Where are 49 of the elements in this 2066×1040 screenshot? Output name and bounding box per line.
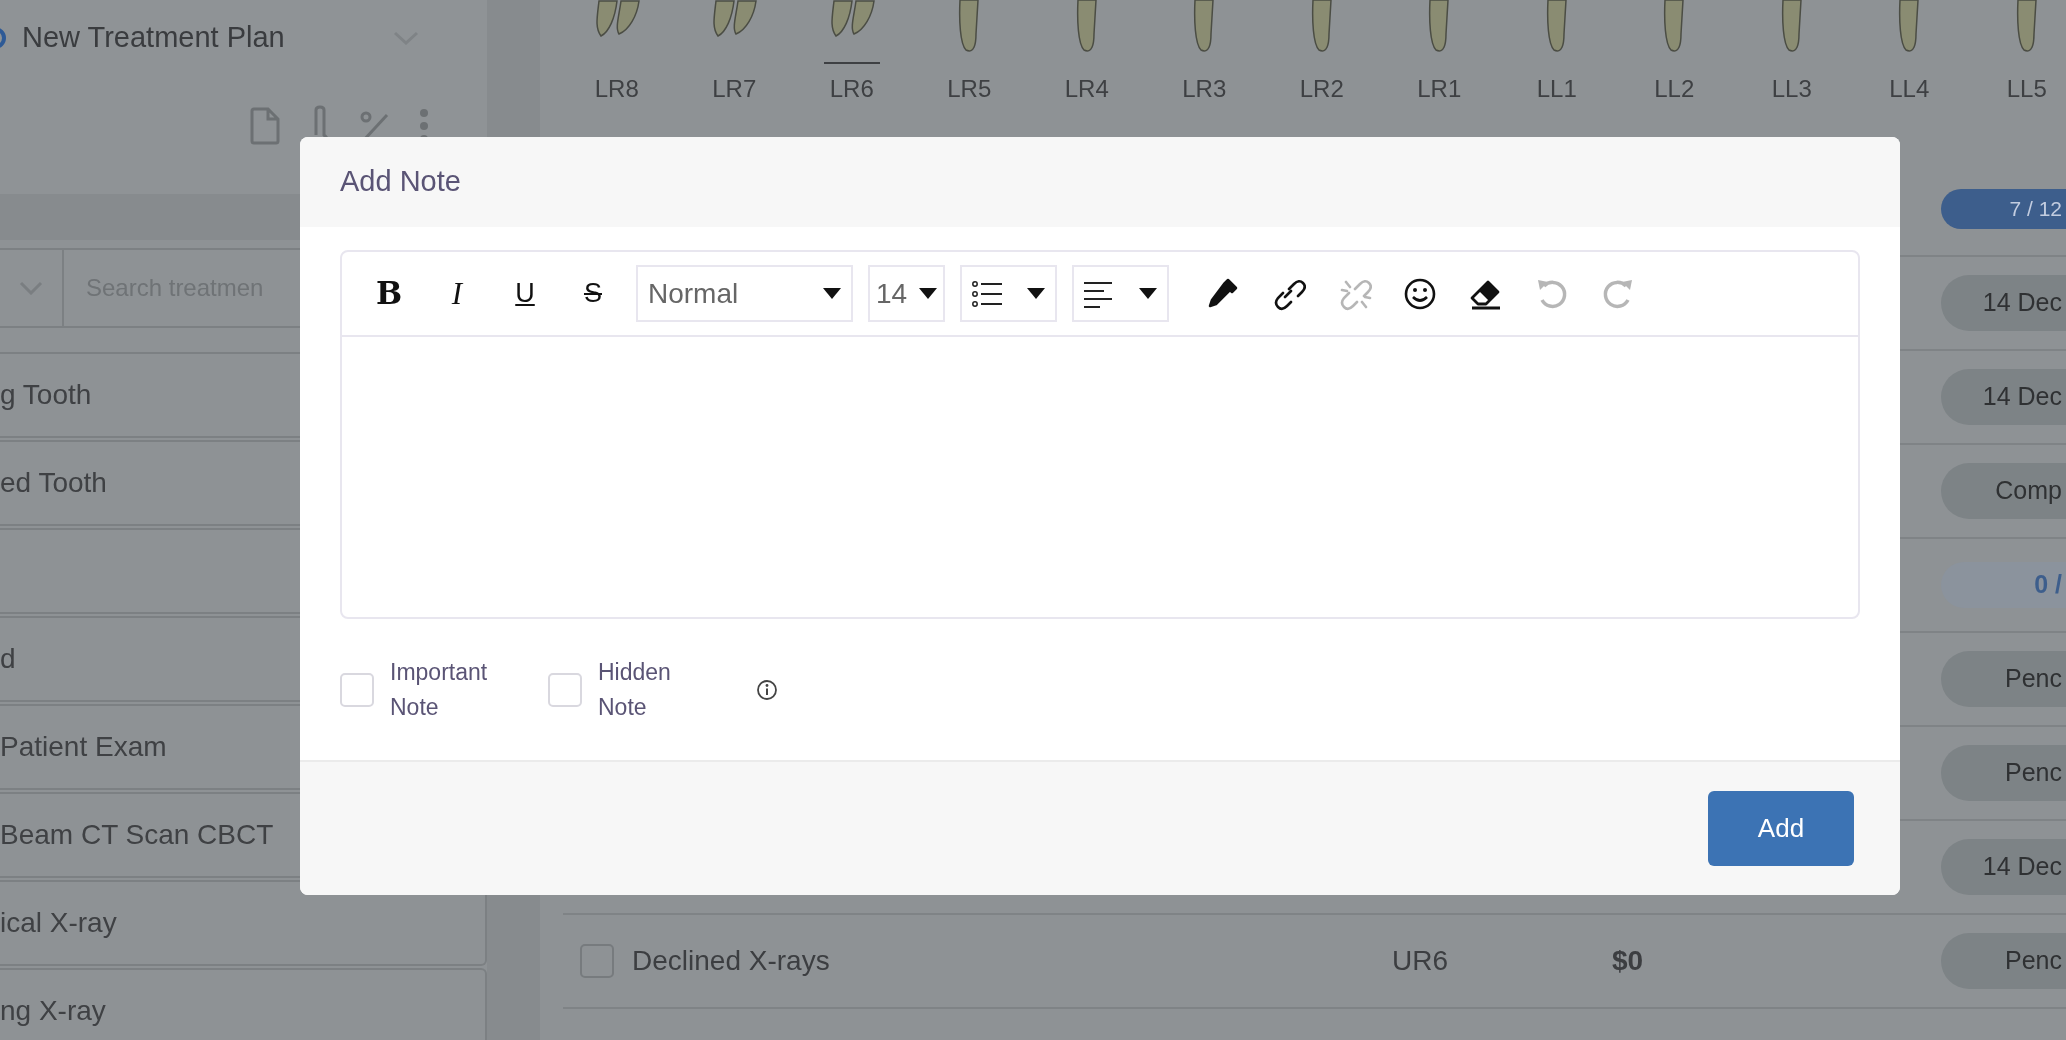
status-badge: Penc	[1941, 651, 2066, 707]
caret-icon	[1139, 288, 1157, 299]
tooth-label[interactable]: LR2	[1293, 62, 1350, 103]
status-badge: Comp	[1941, 463, 2066, 519]
align-left-icon	[1084, 279, 1114, 308]
tooth-label[interactable]: LL3	[1765, 62, 1818, 103]
text-style-dropdown[interactable]: Normal	[636, 265, 853, 322]
caret-icon	[823, 288, 841, 299]
count-badge: 0 /	[1941, 562, 2066, 608]
bold-button[interactable]: B	[364, 268, 414, 319]
tooth-label[interactable]: LL2	[1648, 62, 1701, 103]
tooth-label[interactable]: LR4	[1058, 62, 1115, 103]
align-dropdown[interactable]	[1072, 265, 1169, 322]
status-badge: 14 Dec	[1941, 275, 2066, 331]
tooth-root-drawing	[828, 0, 875, 38]
status-badge: Penc	[1941, 933, 2066, 989]
tooth-label[interactable]: LL1	[1530, 62, 1583, 103]
tooth-label[interactable]: LR3	[1176, 62, 1233, 103]
bulleted-list-icon	[972, 279, 1002, 308]
tooth-label[interactable]: LR6	[823, 62, 880, 103]
tooth-number: UR6	[1392, 944, 1449, 978]
progress-badge: 7 / 12	[1941, 189, 2066, 229]
caret-icon	[1027, 288, 1045, 299]
strike-button[interactable]: S	[568, 268, 618, 319]
tooth-root-drawing	[593, 0, 640, 38]
tooth-root-drawing	[711, 0, 758, 38]
font-size-dropdown[interactable]: 14	[868, 265, 945, 322]
tooth-label[interactable]: LL5	[2000, 62, 2053, 103]
tooth-label[interactable]: LR1	[1411, 62, 1468, 103]
option-label: Hidden Note	[598, 658, 672, 722]
caret-icon	[919, 288, 937, 299]
note-editor[interactable]: B I U S Normal 14	[340, 250, 1860, 619]
info-icon[interactable]	[756, 678, 778, 701]
treatment-name: Declined X-rays	[632, 944, 831, 978]
add-button[interactable]: Add	[1708, 791, 1854, 866]
tooth-label[interactable]: LR7	[706, 62, 763, 103]
radio-icon[interactable]	[0, 27, 6, 49]
italic-button[interactable]: I	[432, 268, 482, 319]
status-badge: 14 Dec	[1941, 839, 2066, 895]
status-badge: Penc	[1941, 745, 2066, 801]
plan-name[interactable]: New Treatment Plan	[22, 16, 285, 60]
tooth-label[interactable]: LR5	[941, 62, 998, 103]
list-dropdown[interactable]	[960, 265, 1057, 322]
status-badge: 14 Dec	[1941, 369, 2066, 425]
underline-button[interactable]: U	[500, 268, 550, 319]
fee-amount: $0	[1612, 944, 1644, 978]
tooth-label[interactable]: LR8	[588, 62, 645, 103]
dialog-title: Add Note	[340, 164, 461, 200]
tooth-label[interactable]: LL4	[1883, 62, 1936, 103]
